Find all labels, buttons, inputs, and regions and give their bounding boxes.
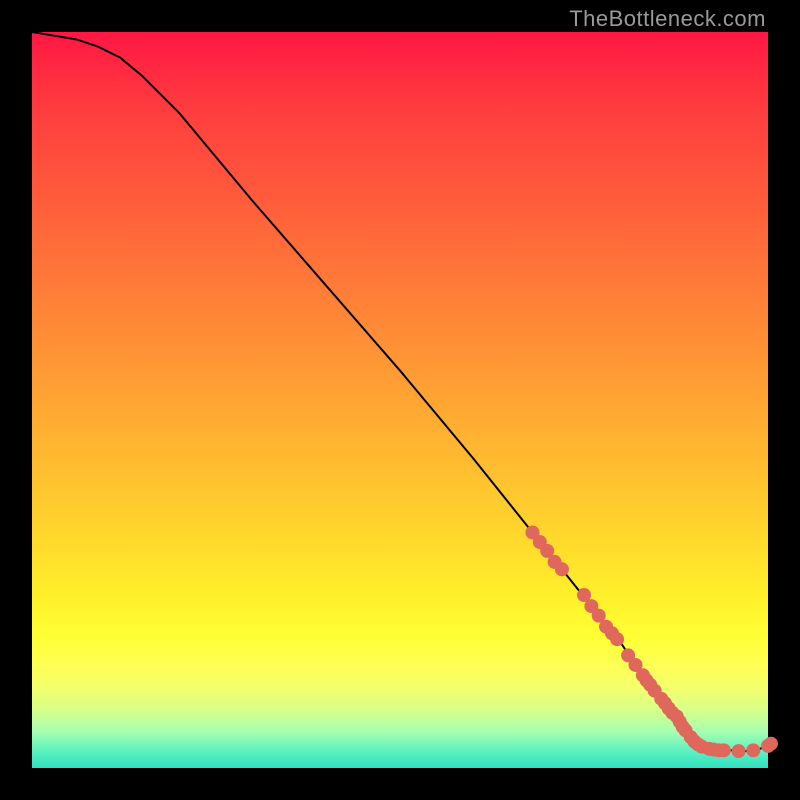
data-marker [732, 744, 746, 758]
markers-group [525, 525, 777, 758]
data-marker [746, 743, 760, 757]
data-marker [717, 743, 731, 757]
chart-svg [32, 32, 768, 768]
data-marker [610, 632, 624, 646]
data-marker [555, 562, 569, 576]
curve-line [32, 32, 768, 751]
watermark-text: TheBottleneck.com [569, 6, 766, 32]
chart-frame: TheBottleneck.com [0, 0, 800, 800]
plot-area [32, 32, 768, 768]
data-marker [764, 737, 778, 751]
